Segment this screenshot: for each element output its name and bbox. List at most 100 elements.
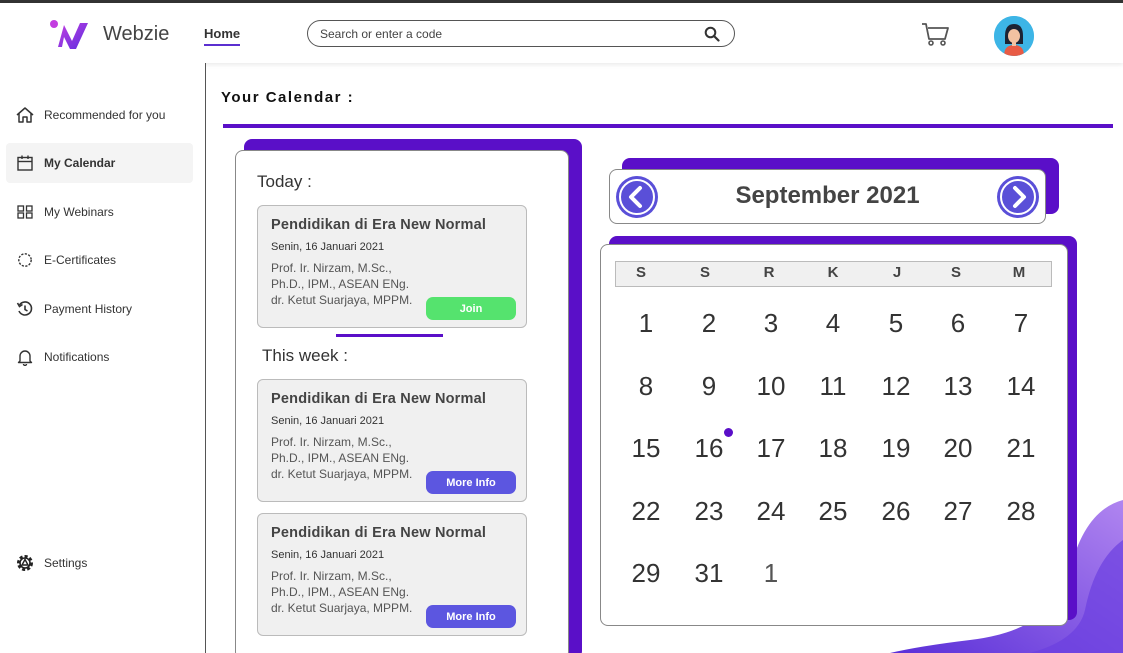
sidebar-item-payment-history[interactable]: Payment History <box>6 289 193 329</box>
event-date: Senin, 16 Januari 2021 <box>271 241 385 253</box>
sidebar-item-label: Notifications <box>44 350 110 364</box>
speaker-line: Prof. Ir. Nirzam, M.Sc., <box>271 261 392 275</box>
speaker-line: Ph.D., IPM., ASEAN ENg. <box>271 451 410 465</box>
grid-icon <box>14 201 36 223</box>
speaker-line: dr. Ketut Suarjaya, MPPM. <box>271 601 413 615</box>
calendar-day[interactable]: 9 <box>685 371 733 402</box>
speaker-line: Prof. Ir. Nirzam, M.Sc., <box>271 435 392 449</box>
sidebar-item-recommended[interactable]: Recommended for you <box>6 95 193 135</box>
sidebar-item-label: Recommended for you <box>44 108 166 122</box>
calendar-day[interactable]: 2 <box>685 308 733 339</box>
page-title: Your Calendar : <box>221 89 355 106</box>
user-avatar[interactable] <box>994 16 1034 56</box>
more-info-button[interactable]: More Info <box>426 471 516 494</box>
calendar-day[interactable]: 24 <box>747 496 795 527</box>
sidebar-item-notifications[interactable]: Notifications <box>6 337 193 377</box>
calendar-day-with-event[interactable]: 16 <box>685 433 733 464</box>
calendar-day[interactable]: 27 <box>934 496 982 527</box>
sidebar-item-label: My Webinars <box>44 205 114 219</box>
event-title: Pendidikan di Era New Normal <box>271 391 487 407</box>
next-month-button[interactable] <box>997 176 1039 218</box>
event-speakers: Prof. Ir. Nirzam, M.Sc., Ph.D., IPM., AS… <box>271 568 436 616</box>
calendar-day[interactable]: 10 <box>747 371 795 402</box>
nav-home-link[interactable]: Home <box>204 26 240 41</box>
avatar-icon <box>994 16 1034 56</box>
speaker-line: Ph.D., IPM., ASEAN ENg. <box>271 585 410 599</box>
weekday-label: M <box>1012 264 1026 281</box>
certificate-icon <box>14 249 36 271</box>
this-week-heading: This week : <box>262 346 348 365</box>
calendar-day[interactable]: 12 <box>872 371 920 402</box>
sidebar-item-label: My Calendar <box>44 156 116 170</box>
calendar-day[interactable]: 28 <box>997 496 1045 527</box>
sidebar-item-e-certificates[interactable]: E-Certificates <box>6 240 193 280</box>
speaker-line: Ph.D., IPM., ASEAN ENg. <box>271 277 410 291</box>
speaker-line: dr. Ketut Suarjaya, MPPM. <box>271 293 413 307</box>
event-indicator-dot <box>724 428 733 437</box>
sidebar-item-label: Payment History <box>44 302 133 316</box>
event-card: Pendidikan di Era New Normal Senin, 16 J… <box>257 513 527 636</box>
event-date: Senin, 16 Januari 2021 <box>271 415 385 427</box>
calendar-day[interactable]: 29 <box>622 558 670 589</box>
calendar-day[interactable]: 7 <box>997 308 1045 339</box>
section-divider <box>336 334 443 337</box>
month-title: September 2021 <box>735 182 920 209</box>
chevron-left-icon <box>619 179 655 215</box>
header: Webzie Home <box>0 3 1123 63</box>
search-input[interactable] <box>320 25 690 43</box>
join-button[interactable]: Join <box>426 297 516 320</box>
calendar-day[interactable]: 23 <box>685 496 733 527</box>
calendar-day[interactable]: 11 <box>809 371 857 402</box>
calendar-day[interactable]: 1 <box>622 308 670 339</box>
calendar-day[interactable]: 8 <box>622 371 670 402</box>
calendar-day[interactable]: 6 <box>934 308 982 339</box>
calendar-icon <box>14 152 36 174</box>
calendar-day[interactable]: 22 <box>622 496 670 527</box>
calendar-day[interactable]: 31 <box>685 558 733 589</box>
weekday-label: S <box>950 264 961 281</box>
calendar-day[interactable]: 18 <box>809 433 857 464</box>
weekday-label: K <box>827 264 839 281</box>
cart-icon[interactable] <box>920 21 950 47</box>
calendar-day[interactable]: 4 <box>809 308 857 339</box>
today-heading: Today : <box>257 172 312 191</box>
chevron-right-icon <box>1000 179 1036 215</box>
calendar-day[interactable]: 13 <box>934 371 982 402</box>
sidebar-item-label: E-Certificates <box>44 253 117 267</box>
calendar-day[interactable]: 15 <box>622 433 670 464</box>
history-icon <box>14 298 36 320</box>
event-card: Pendidikan di Era New Normal Senin, 16 J… <box>257 205 527 328</box>
event-speakers: Prof. Ir. Nirzam, M.Sc., Ph.D., IPM., AS… <box>271 260 436 308</box>
calendar-day[interactable]: 20 <box>934 433 982 464</box>
calendar-day[interactable]: 17 <box>747 433 795 464</box>
calendar-day[interactable]: 14 <box>997 371 1045 402</box>
calendar-day[interactable]: 21 <box>997 433 1045 464</box>
event-speakers: Prof. Ir. Nirzam, M.Sc., Ph.D., IPM., AS… <box>271 434 436 482</box>
search-icon[interactable] <box>704 26 720 42</box>
calendar-day[interactable]: 19 <box>872 433 920 464</box>
event-title: Pendidikan di Era New Normal <box>271 217 487 233</box>
webzie-logo-icon[interactable] <box>48 17 92 51</box>
gear-icon <box>14 552 36 574</box>
calendar-day[interactable]: 5 <box>872 308 920 339</box>
weekday-label: R <box>763 264 775 281</box>
search-bar <box>307 20 735 47</box>
home-icon <box>14 104 36 126</box>
more-info-button[interactable]: More Info <box>426 605 516 628</box>
prev-month-button[interactable] <box>616 176 658 218</box>
calendar-day[interactable]: 3 <box>747 308 795 339</box>
event-title: Pendidikan di Era New Normal <box>271 525 487 541</box>
event-date: Senin, 16 Januari 2021 <box>271 549 385 561</box>
sidebar-item-settings[interactable]: Settings <box>6 543 193 583</box>
nav-active-indicator <box>204 44 240 46</box>
speaker-line: dr. Ketut Suarjaya, MPPM. <box>271 467 413 481</box>
calendar-day[interactable]: 26 <box>872 496 920 527</box>
speaker-line: Prof. Ir. Nirzam, M.Sc., <box>271 569 392 583</box>
weekday-label: S <box>699 264 710 281</box>
event-card: Pendidikan di Era New Normal Senin, 16 J… <box>257 379 527 502</box>
calendar-day[interactable]: 25 <box>809 496 857 527</box>
calendar-day-next-month[interactable]: 1 <box>747 558 795 589</box>
sidebar-item-my-webinars[interactable]: My Webinars <box>6 192 193 232</box>
weekday-label: S <box>635 264 646 281</box>
sidebar-item-my-calendar[interactable]: My Calendar <box>6 143 193 183</box>
